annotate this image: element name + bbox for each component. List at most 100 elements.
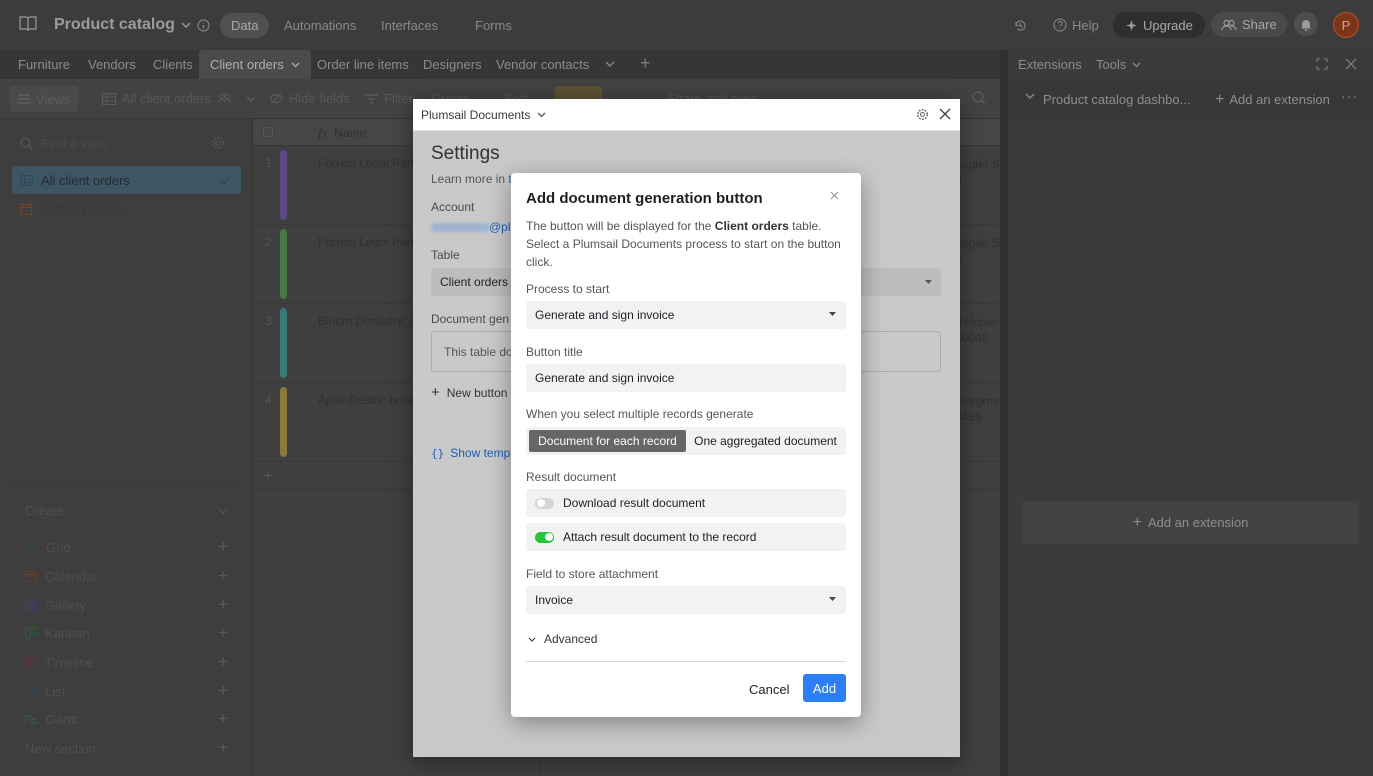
row-number: 1 bbox=[265, 156, 272, 170]
tab-client-orders-label: Client orders bbox=[210, 57, 284, 72]
gear-icon[interactable] bbox=[916, 108, 929, 121]
notifications-button[interactable] bbox=[1294, 12, 1318, 36]
find-view-input[interactable]: Find a view bbox=[12, 129, 241, 157]
document-generation-text: This table do bbox=[444, 345, 513, 359]
add-table-icon[interactable]: + bbox=[640, 50, 651, 79]
add-extension-button[interactable]: + Add an extension bbox=[1022, 501, 1359, 544]
view-all-client-orders[interactable]: All client orders bbox=[12, 166, 241, 194]
row-cell-right[interactable]: d Horse 60046 bbox=[955, 314, 997, 346]
view-label: All client orders bbox=[41, 172, 130, 188]
more-tables-chevron-icon[interactable] bbox=[605, 61, 615, 67]
tools-menu[interactable]: Tools bbox=[1096, 57, 1141, 72]
row-name[interactable]: Apse Realty: order bbox=[318, 393, 417, 407]
create-item-label: Grid bbox=[46, 539, 71, 555]
close-icon[interactable] bbox=[830, 191, 839, 200]
plus-icon: + bbox=[218, 681, 228, 700]
attachment-field-select[interactable]: Invoice bbox=[526, 586, 846, 614]
caret-down-icon bbox=[829, 312, 836, 316]
views-toggle[interactable]: Views bbox=[10, 86, 79, 112]
current-view-button[interactable]: All client orders bbox=[102, 91, 256, 106]
add-record-icon[interactable]: + bbox=[263, 466, 273, 486]
share-label: Share bbox=[1242, 17, 1277, 32]
filter-button[interactable]: Filter bbox=[365, 91, 413, 106]
more-options-icon[interactable]: ··· bbox=[1341, 88, 1358, 104]
base-name[interactable]: Product catalog bbox=[54, 16, 210, 34]
create-section-toggle[interactable]: Create... bbox=[25, 503, 228, 518]
tab-furniture[interactable]: Furniture bbox=[18, 50, 70, 79]
select-all-checkbox[interactable] bbox=[263, 127, 273, 137]
create-new-section[interactable]: New section + bbox=[25, 737, 228, 759]
nav-automations[interactable]: Automations bbox=[284, 13, 356, 38]
tab-extensions[interactable]: Extensions bbox=[1018, 57, 1082, 72]
menu-icon bbox=[18, 94, 30, 104]
create-gantt[interactable]: Gantt + bbox=[25, 708, 228, 730]
row-cell-right[interactable]: angler S0 bbox=[955, 156, 1000, 188]
tab-order-line-items[interactable]: Order line items bbox=[317, 50, 409, 79]
cancel-button[interactable]: Cancel bbox=[749, 682, 789, 697]
upgrade-button[interactable]: Upgrade bbox=[1113, 12, 1205, 38]
create-label: Create... bbox=[25, 503, 75, 518]
hide-fields-button[interactable]: Hide fields bbox=[269, 91, 350, 106]
tab-vendors[interactable]: Vendors bbox=[88, 50, 136, 79]
search-icon bbox=[20, 136, 33, 150]
show-template-link[interactable]: {} Show temp bbox=[431, 446, 510, 460]
close-icon[interactable] bbox=[1345, 58, 1357, 70]
segment-document-each[interactable]: Document for each record bbox=[529, 430, 686, 452]
row-name[interactable]: Bloom Dentistry: c bbox=[318, 314, 415, 328]
info-icon[interactable] bbox=[197, 19, 210, 32]
name-column-header[interactable]: fx Name bbox=[318, 126, 366, 140]
create-calendar[interactable]: Calendar + bbox=[25, 565, 228, 587]
advanced-toggle[interactable]: Advanced bbox=[528, 632, 597, 646]
row-name[interactable]: Forrest Legal Partr bbox=[318, 235, 418, 249]
row-name[interactable]: Forrest Legal Partr bbox=[318, 156, 418, 170]
tab-client-orders[interactable]: Client orders bbox=[199, 50, 311, 79]
new-button-link[interactable]: + New button bbox=[431, 384, 507, 401]
expand-icon[interactable] bbox=[1316, 58, 1328, 70]
nav-data[interactable]: Data bbox=[220, 13, 270, 38]
new-button-label: New button bbox=[446, 385, 508, 400]
add-extension-link[interactable]: + Add an extension bbox=[1215, 92, 1330, 108]
close-icon[interactable] bbox=[939, 108, 951, 120]
create-grid[interactable]: Grid + bbox=[25, 536, 228, 558]
avatar[interactable]: P bbox=[1333, 12, 1359, 38]
tab-clients[interactable]: Clients bbox=[153, 50, 193, 79]
add-button[interactable]: Add bbox=[803, 674, 846, 702]
create-list[interactable]: List + bbox=[25, 680, 228, 702]
code-braces-icon: {} bbox=[431, 446, 445, 460]
row-number: 3 bbox=[265, 314, 272, 328]
nav-forms[interactable]: Forms bbox=[475, 13, 512, 38]
view-fulfill-by-dates[interactable]: Fulfill by dates bbox=[12, 195, 241, 223]
dashboard-name[interactable]: Product catalog dashbo... bbox=[1043, 92, 1190, 107]
calendar-icon bbox=[20, 203, 32, 215]
create-kanban[interactable]: Kanban + bbox=[25, 622, 228, 644]
chevron-down-icon[interactable] bbox=[1025, 93, 1035, 99]
tab-designers[interactable]: Designers bbox=[423, 50, 482, 79]
share-button[interactable]: Share bbox=[1211, 12, 1287, 37]
extension-name-menu[interactable]: Plumsail Documents bbox=[421, 108, 546, 122]
create-gallery[interactable]: Gallery + bbox=[25, 594, 228, 616]
desc-text: The button will be displayed for the bbox=[526, 219, 712, 233]
create-timeline[interactable]: Timeline + bbox=[25, 651, 228, 673]
process-select[interactable]: Generate and sign invoice bbox=[526, 301, 846, 329]
nav-interfaces[interactable]: Interfaces bbox=[381, 13, 438, 38]
tab-vendor-contacts[interactable]: Vendor contacts bbox=[496, 50, 589, 79]
search-icon[interactable] bbox=[972, 91, 986, 105]
base-icon[interactable] bbox=[18, 15, 38, 33]
segment-aggregated[interactable]: One aggregated document bbox=[687, 430, 844, 452]
help-button[interactable]: Help bbox=[1053, 12, 1099, 38]
history-icon[interactable] bbox=[1013, 12, 1028, 38]
divider bbox=[526, 661, 846, 662]
learn-more-label: Learn more in bbox=[431, 172, 506, 186]
button-title-input[interactable]: Generate and sign invoice bbox=[526, 364, 846, 392]
help-icon bbox=[1053, 18, 1067, 32]
list-icon bbox=[25, 685, 37, 697]
row-cell-right[interactable]: angler S0 bbox=[955, 235, 1000, 267]
row-color-bar bbox=[280, 229, 287, 299]
panel-resize-handle[interactable] bbox=[1000, 50, 1008, 776]
learn-more-text: Learn more in t bbox=[431, 172, 512, 186]
download-toggle[interactable] bbox=[535, 497, 554, 509]
attach-toggle[interactable] bbox=[535, 531, 554, 543]
gear-icon[interactable] bbox=[211, 136, 225, 150]
plus-icon: + bbox=[218, 595, 228, 614]
row-cell-right[interactable]: ntergree 0459 bbox=[955, 393, 1000, 425]
